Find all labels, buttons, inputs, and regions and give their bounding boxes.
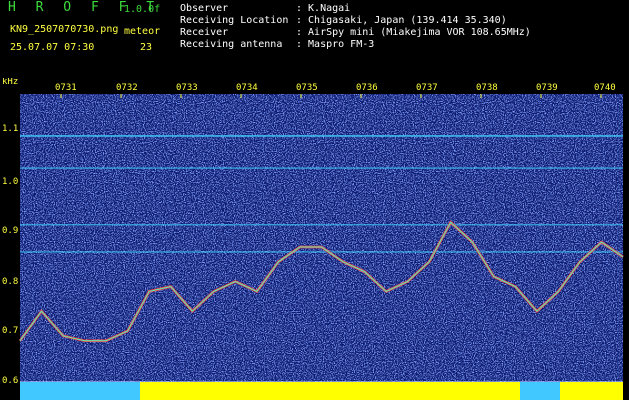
info-value-receiver: : AirSpy mini (Miakejima VOR 108.65MHz) xyxy=(296,27,531,38)
time-tick-0732: 0732 xyxy=(116,83,138,93)
time-tick-0739: 0739 xyxy=(536,83,558,93)
header-panel: H R O F F T 1.0.0f KN9_2507070730.png me… xyxy=(0,0,629,78)
info-label-location: Receiving Location xyxy=(180,15,289,26)
time-axis: 0731 0732 0733 0734 0735 0736 0737 0738 … xyxy=(55,83,616,93)
freq-tick-0-7: 0.7 xyxy=(2,326,18,336)
time-tick-0737: 0737 xyxy=(416,83,438,93)
freq-tick-0-6: 0.6 xyxy=(2,376,18,386)
time-tick-0736: 0736 xyxy=(356,83,378,93)
info-value-location: : Chigasaki, Japan (139.414 35.340) xyxy=(296,15,507,26)
date-time: 25.07.07 07:30 xyxy=(10,42,95,53)
gauge-segment xyxy=(560,382,623,400)
freq-tick-0-9: 0.9 xyxy=(2,226,18,236)
freq-tick-0-8: 0.8 xyxy=(2,277,18,287)
meteor-label: meteor xyxy=(124,26,161,37)
meteor-count: 23 xyxy=(140,42,153,53)
time-tick-0734: 0734 xyxy=(236,83,258,93)
level-gauge xyxy=(20,382,623,400)
info-label-antenna: Receiving antenna xyxy=(180,39,283,50)
info-label-receiver: Receiver xyxy=(180,27,229,38)
time-tick-0740: 0740 xyxy=(594,83,616,93)
file-name: KN9_2507070730.png xyxy=(10,24,119,35)
gauge-segment xyxy=(20,382,140,400)
time-tick-0735: 0735 xyxy=(296,83,318,93)
gauge-segment xyxy=(140,382,520,400)
time-tick-0731: 0731 xyxy=(55,83,77,93)
info-value-observer: : K.Nagai xyxy=(296,3,351,14)
time-tick-0733: 0733 xyxy=(176,83,198,93)
app-version: 1.0.0f xyxy=(124,4,161,15)
freq-tick-1-0: 1.0 xyxy=(2,177,18,187)
freq-tick-1-1: 1.1 xyxy=(2,124,18,134)
time-tick-0738: 0738 xyxy=(476,83,498,93)
info-label-observer: Observer xyxy=(180,3,229,14)
gauge-segment xyxy=(520,382,560,400)
freq-unit-label: kHz xyxy=(2,78,18,87)
info-value-antenna: : Maspro FM-3 xyxy=(296,39,375,50)
spectrogram: kHz 1.1 1.0 0.9 0.8 0.7 0.6 0731 0732 07… xyxy=(2,78,624,400)
